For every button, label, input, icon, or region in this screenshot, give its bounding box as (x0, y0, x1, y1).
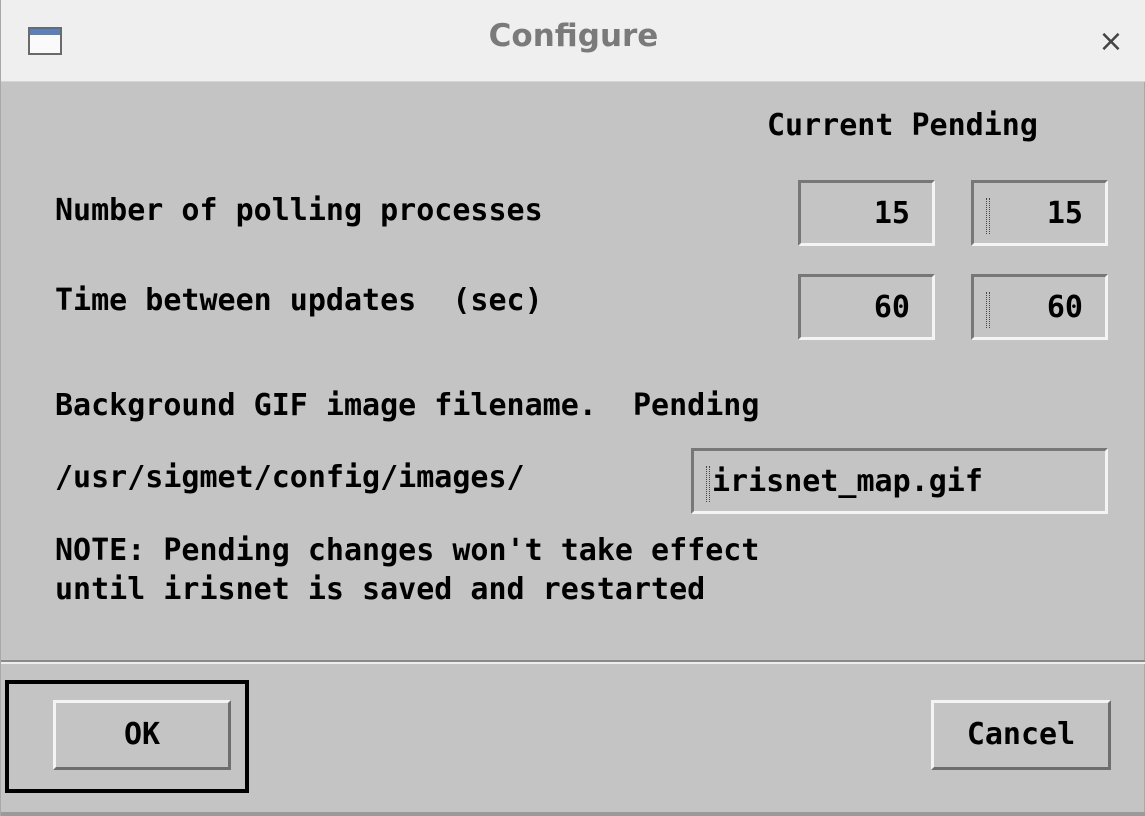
text-cursor (986, 198, 990, 234)
close-icon[interactable]: × (1091, 22, 1131, 62)
polling-processes-current: 15 (798, 180, 935, 246)
window-title: Configure (488, 18, 659, 54)
update-interval-current: 60 (798, 274, 935, 340)
background-filename-input[interactable]: irisnet_map.gif (691, 448, 1108, 514)
background-path-prefix: /usr/sigmet/config/images/ (55, 460, 525, 495)
column-headers: Current Pending (767, 108, 1038, 143)
configure-dialog: Configure × Current Pending Number of po… (0, 0, 1145, 816)
note-line-2: until irisnet is saved and restarted (55, 572, 706, 607)
background-gif-heading: Background GIF image filename. Pending (55, 388, 760, 423)
cancel-button[interactable]: Cancel (931, 700, 1111, 770)
polling-processes-label: Number of polling processes (55, 193, 543, 228)
polling-processes-pending-input[interactable]: 15 (971, 180, 1108, 246)
separator (1, 660, 1145, 664)
title-bar[interactable]: Configure × (1, 0, 1145, 82)
window-bottom-border (1, 812, 1145, 816)
text-cursor (986, 292, 990, 328)
polling-processes-pending-value: 15 (1046, 196, 1083, 231)
update-interval-pending-value: 60 (1046, 290, 1083, 325)
background-filename-value: irisnet_map.gif (712, 464, 983, 499)
update-interval-label: Time between updates (sec) (55, 283, 543, 318)
ok-button[interactable]: OK (53, 700, 231, 770)
note-line-1: NOTE: Pending changes won't take effect (55, 533, 760, 568)
text-cursor (706, 466, 710, 502)
update-interval-pending-input[interactable]: 60 (971, 274, 1108, 340)
